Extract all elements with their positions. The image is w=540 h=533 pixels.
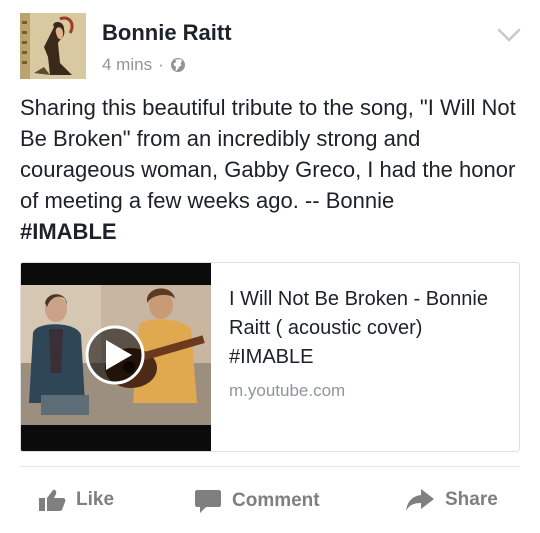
share-button[interactable]: Share xyxy=(405,488,498,512)
facebook-post: Bonnie Raitt 4 mins · Sharing this beaut… xyxy=(0,0,540,533)
link-preview-card[interactable]: I Will Not Be Broken - Bonnie Raitt ( ac… xyxy=(20,262,520,452)
avatar-image xyxy=(20,13,86,79)
thumbs-up-icon xyxy=(39,489,66,511)
post-meta: 4 mins · xyxy=(102,55,186,75)
actions-divider xyxy=(20,466,520,467)
author-avatar[interactable] xyxy=(20,13,86,79)
video-thumbnail[interactable] xyxy=(21,263,211,451)
post-text: Sharing this beautiful tribute to the so… xyxy=(20,92,525,247)
like-button[interactable]: Like xyxy=(38,488,114,512)
video-thumbnail-image xyxy=(21,263,211,451)
comment-icon xyxy=(195,490,221,513)
share-icon xyxy=(406,489,434,511)
comment-button[interactable]: Comment xyxy=(194,488,320,514)
link-title[interactable]: I Will Not Be Broken - Bonnie Raitt ( ac… xyxy=(229,285,509,372)
chevron-down-icon[interactable] xyxy=(495,25,523,45)
like-label: Like xyxy=(76,489,115,510)
post-hashtag[interactable]: #IMABLE xyxy=(20,216,525,247)
post-timestamp[interactable]: 4 mins xyxy=(102,55,152,75)
author-name[interactable]: Bonnie Raitt xyxy=(102,20,232,46)
post-body: Sharing this beautiful tribute to the so… xyxy=(20,95,516,213)
globe-icon xyxy=(170,57,186,73)
comment-label: Comment xyxy=(232,490,320,511)
share-label: Share xyxy=(445,489,498,510)
meta-separator: · xyxy=(158,55,164,74)
link-domain: m.youtube.com xyxy=(229,381,346,400)
